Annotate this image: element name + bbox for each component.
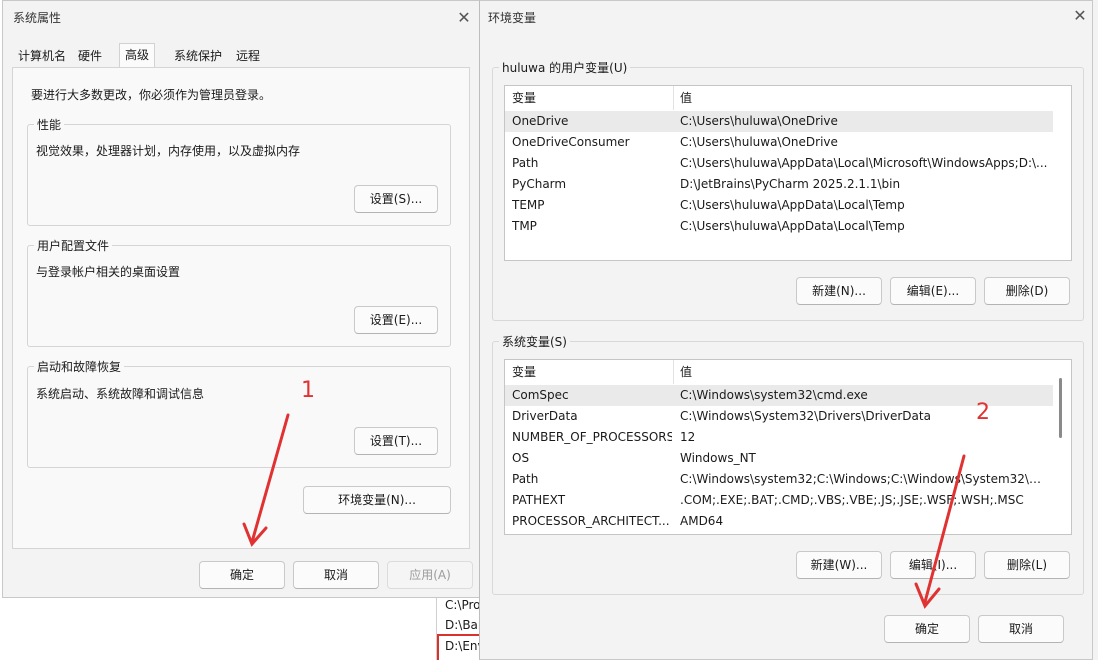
arrow-icon [914,454,966,609]
arrow-icon [242,413,290,547]
annotation-arrows [242,413,966,609]
